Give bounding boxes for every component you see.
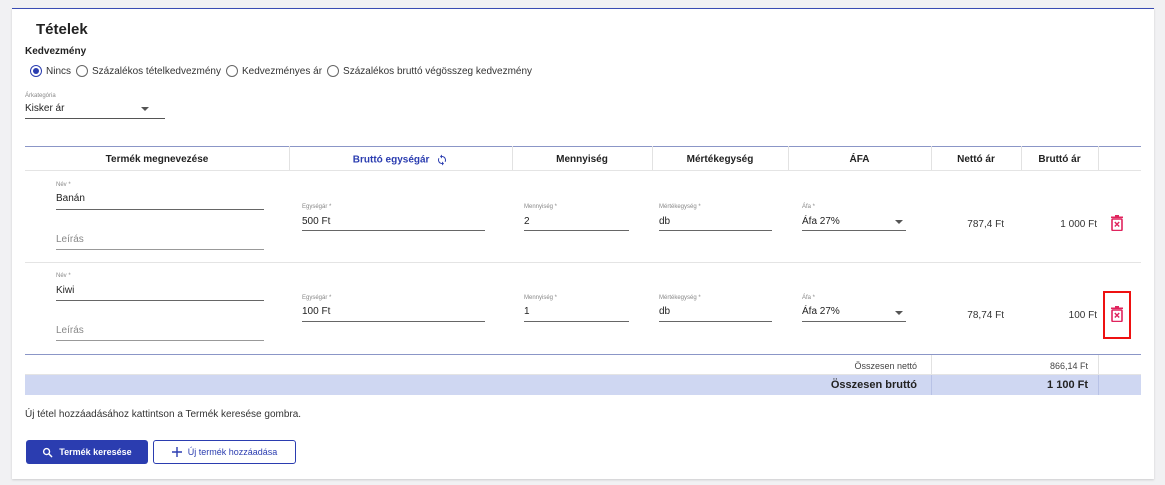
vat-label: Áfa * xyxy=(802,204,816,210)
quantity-input[interactable]: 1 xyxy=(524,306,530,317)
radio-label: Nincs xyxy=(46,65,72,77)
radio-circle-selected[interactable] xyxy=(30,65,42,77)
input-underline xyxy=(802,230,906,231)
unit-price-input[interactable]: 100 Ft xyxy=(302,306,330,317)
input-underline xyxy=(659,321,772,322)
header-gross-price: Bruttó ár xyxy=(1038,154,1081,165)
price-category-label: Árkategória xyxy=(25,93,56,99)
product-name-input[interactable]: Kiwi xyxy=(56,285,74,296)
price-category-value: Kisker ár xyxy=(25,103,65,114)
row-divider xyxy=(25,262,1141,263)
column-divider xyxy=(931,375,932,395)
price-category-select[interactable]: Kisker ár xyxy=(25,100,165,119)
radio-label: Kedvezményes ár xyxy=(241,65,323,77)
total-net-label: Összesen nettó xyxy=(854,361,917,371)
add-new-product-label: Új termék hozzáadása xyxy=(187,447,278,457)
total-gross-value: 1 100 Ft xyxy=(1047,379,1088,391)
input-underline xyxy=(802,321,906,322)
name-field-label: Név * xyxy=(56,182,71,188)
unit-input[interactable]: db xyxy=(659,306,670,317)
name-field-label: Név * xyxy=(56,273,71,279)
sync-icon[interactable] xyxy=(436,154,448,166)
vat-select[interactable]: Áfa 27% xyxy=(802,306,840,317)
quantity-label: Mennyiség * xyxy=(524,204,558,210)
vat-select[interactable]: Áfa 27% xyxy=(802,216,840,227)
delete-icon[interactable] xyxy=(1110,215,1124,231)
search-icon xyxy=(43,447,53,457)
header-gross-unit-price[interactable]: Bruttó egységár xyxy=(289,154,512,166)
radio-discount-none[interactable]: Nincs xyxy=(30,65,71,77)
input-underline xyxy=(56,340,264,341)
highlight-box xyxy=(1103,291,1131,339)
input-underline xyxy=(302,230,485,231)
vat-label: Áfa * xyxy=(802,295,816,301)
chevron-down-icon xyxy=(141,107,149,111)
gross-price-value: 1 000 Ft xyxy=(1060,219,1097,230)
gross-price-value: 100 Ft xyxy=(1068,310,1097,321)
unit-price-label: Egységár * xyxy=(302,295,332,301)
total-net-value: 866,14 Ft xyxy=(1049,361,1088,371)
unit-input[interactable]: db xyxy=(659,216,670,227)
section-title: Tételek xyxy=(36,21,88,38)
column-divider xyxy=(1098,146,1099,171)
total-gross-label: Összesen bruttó xyxy=(830,379,917,391)
radio-label: Százalékos tételkedvezmény xyxy=(92,65,221,77)
net-price-value: 787,4 Ft xyxy=(967,219,1004,230)
radio-label: Százalékos bruttó végösszeg kedvezmény xyxy=(343,65,533,77)
total-gross-bar xyxy=(25,375,1141,395)
header-net-price: Nettó ár xyxy=(957,154,995,165)
header-vat: ÁFA xyxy=(849,154,870,165)
input-underline xyxy=(659,230,772,231)
search-product-label: Termék keresése xyxy=(59,447,132,457)
unit-price-label: Egységár * xyxy=(302,204,332,210)
input-underline xyxy=(56,300,264,301)
column-divider xyxy=(1098,375,1099,395)
plus-icon xyxy=(171,447,182,457)
discount-label: Kedvezmény xyxy=(25,46,87,57)
table-top-border xyxy=(25,146,1141,147)
radio-discount-price[interactable]: Kedvezményes ár xyxy=(225,65,323,77)
header-product-name: Termék megnevezése xyxy=(105,154,209,165)
header-divider xyxy=(25,170,1141,171)
input-underline xyxy=(524,321,629,322)
input-underline xyxy=(56,209,264,210)
description-input[interactable]: Leírás xyxy=(56,325,84,336)
items-card: Tételek Kedvezmény Nincs Százalékos téte… xyxy=(12,8,1154,479)
input-underline xyxy=(524,230,629,231)
radio-discount-percent-total[interactable]: Százalékos bruttó végösszeg kedvezmény xyxy=(327,65,532,77)
add-new-product-button[interactable]: Új termék hozzáadása xyxy=(153,440,296,464)
discount-radio-group: Nincs Százalékos tételkedvezmény Kedvezm… xyxy=(30,63,537,79)
radio-circle[interactable] xyxy=(327,65,340,77)
chevron-down-icon[interactable] xyxy=(895,311,903,315)
quantity-input[interactable]: 2 xyxy=(524,216,530,227)
radio-discount-percent-item[interactable]: Százalékos tételkedvezmény xyxy=(76,65,221,77)
unit-label: Mértékegység * xyxy=(659,295,701,301)
product-name-input[interactable]: Banán xyxy=(56,193,85,204)
search-product-button[interactable]: Termék keresése xyxy=(26,440,148,464)
radio-circle[interactable] xyxy=(76,65,89,77)
header-quantity: Mennyiség xyxy=(556,154,608,165)
header-gross-unit-price-label: Bruttó egységár xyxy=(352,154,430,166)
info-text: Új tétel hozzáadásához kattintson a Term… xyxy=(25,409,302,420)
totals-top-border xyxy=(25,354,1141,355)
unit-price-input[interactable]: 500 Ft xyxy=(302,216,330,227)
description-input[interactable]: Leírás xyxy=(56,234,84,245)
input-underline xyxy=(302,321,485,322)
unit-label: Mértékegység * xyxy=(659,204,701,210)
input-underline xyxy=(56,249,264,250)
chevron-down-icon[interactable] xyxy=(895,220,903,224)
quantity-label: Mennyiség * xyxy=(524,295,558,301)
radio-circle[interactable] xyxy=(225,65,238,77)
net-price-value: 78,74 Ft xyxy=(967,310,1004,321)
header-unit: Mértékegység xyxy=(686,154,754,165)
